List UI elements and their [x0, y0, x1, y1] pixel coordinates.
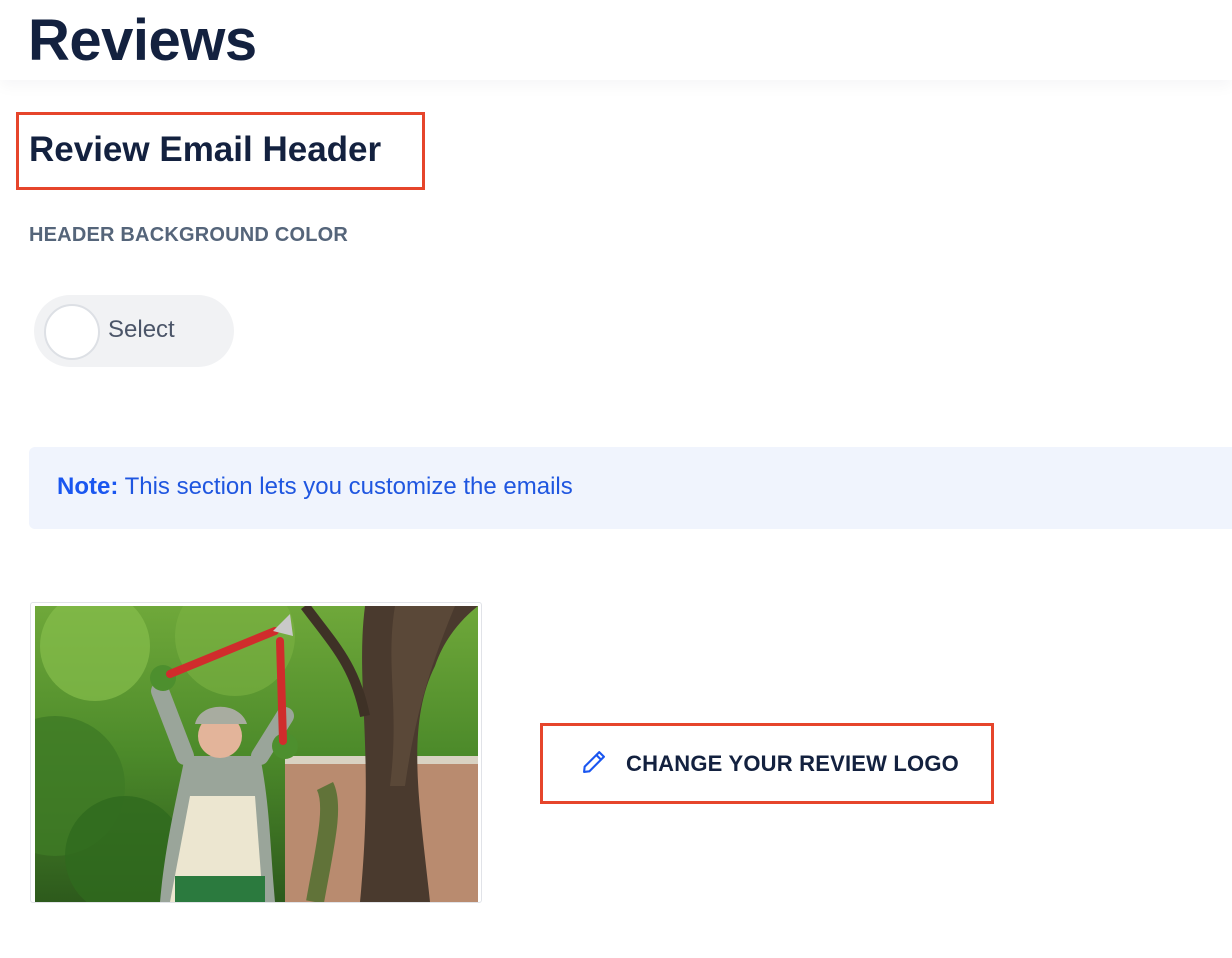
color-select-text: Select — [108, 316, 175, 343]
top-bar: Reviews — [0, 0, 1232, 80]
gardener-photo-icon — [35, 606, 478, 902]
note-banner: Note: This section lets you customize th… — [29, 447, 1232, 529]
pencil-icon — [583, 751, 605, 773]
review-logo-preview — [30, 602, 482, 903]
header-background-color-label: HEADER BACKGROUND COLOR — [29, 224, 349, 246]
note-label: Note: — [57, 473, 119, 500]
section-title: Review Email Header — [29, 130, 382, 169]
note-text: Note: This section lets you customize th… — [57, 473, 573, 501]
change-review-logo-label: CHANGE YOUR REVIEW LOGO — [626, 751, 959, 776]
change-review-logo-button[interactable]: CHANGE YOUR REVIEW LOGO — [543, 726, 991, 801]
color-swatch[interactable] — [44, 304, 100, 360]
header-background-color-select[interactable]: Select — [34, 295, 234, 367]
note-message: This section lets you customize the emai… — [118, 473, 573, 500]
page-title: Reviews — [28, 8, 257, 73]
review-logo-photo — [35, 606, 478, 902]
